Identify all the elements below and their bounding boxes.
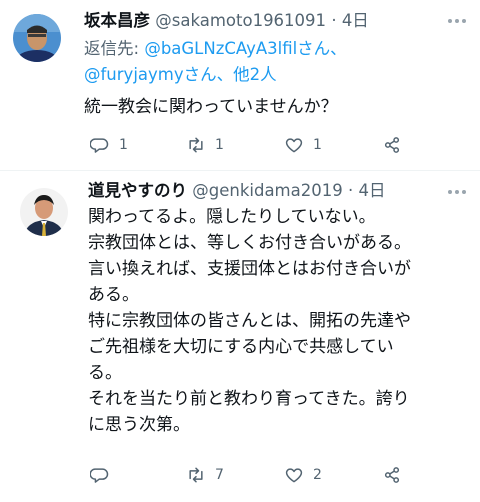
timestamp[interactable]: 4日: [358, 181, 385, 200]
reply-mention-link[interactable]: @furyjaymyさん、: [84, 65, 233, 84]
reply-icon: [90, 465, 110, 485]
share-button[interactable]: [382, 134, 411, 156]
author-name[interactable]: 道見やすのり: [88, 181, 187, 200]
share-icon: [382, 135, 402, 155]
reply-button[interactable]: [90, 464, 119, 486]
reply-context: 返信先: @baGLNzCAyA3lfilさん、 @furyjaymyさん、他2…: [84, 36, 347, 88]
retweet-count: 7: [215, 467, 224, 483]
share-button[interactable]: [382, 464, 411, 486]
author-handle[interactable]: @genkidama2019: [192, 181, 342, 200]
like-button[interactable]: 1: [284, 134, 322, 156]
avatar[interactable]: [13, 14, 61, 62]
retweet-count: 1: [215, 137, 224, 153]
tweet-text-line: る。: [88, 363, 122, 383]
retweet-icon: [186, 465, 206, 485]
separator-dot: ·: [347, 181, 354, 200]
heart-icon: [284, 135, 304, 155]
tweet-text-line: ご先祖様を大切にする内心で共感してい: [88, 337, 394, 357]
tweet-text-line: 統一教会に関わっていませんか？: [84, 97, 338, 117]
reply-icon: [90, 135, 110, 155]
reply-others-link[interactable]: 他2人: [233, 65, 277, 84]
tweet-text-line: ある。: [88, 285, 139, 305]
like-count: 1: [313, 137, 322, 153]
avatar[interactable]: [20, 188, 68, 236]
tweet-text-line: それを当たり前と教わり育ってきた。誇り: [88, 389, 410, 409]
tweet-text: 関わってるよ。隠したりしていない。 宗教団体とは、等しくお付き合いがある。 言い…: [88, 204, 411, 438]
share-icon: [382, 465, 402, 485]
like-button[interactable]: 2: [284, 464, 322, 486]
reply-count: 1: [119, 137, 128, 153]
heart-icon: [284, 465, 304, 485]
tweet-text-line: に思う次第。: [88, 415, 190, 435]
timestamp[interactable]: 4日: [342, 11, 369, 30]
author-handle[interactable]: @sakamoto1961091: [155, 11, 326, 30]
reply-button[interactable]: 1: [90, 134, 128, 156]
tweet-text-line: 関わってるよ。隠したりしていない。: [88, 207, 376, 227]
retweet-button[interactable]: 1: [186, 134, 224, 156]
tweet-text: 統一教会に関わっていませんか？: [84, 94, 338, 120]
separator-dot: ·: [331, 11, 337, 30]
tweet-header: 道見やすのり @genkidama2019 · 4日: [88, 180, 385, 202]
more-icon[interactable]: [448, 190, 466, 196]
tweet[interactable]: 道見やすのり @genkidama2019 · 4日 関わってるよ。隠したりして…: [0, 170, 480, 502]
reply-label: 返信先:: [84, 39, 140, 58]
tweet-text-line: 宗教団体とは、等しくお付き合いがある。: [88, 233, 411, 253]
tweet-text-line: 特に宗教団体の皆さんとは、開拓の先達や: [88, 311, 411, 331]
tweet-header: 坂本昌彦 @sakamoto1961091 · 4日: [84, 10, 369, 32]
retweet-icon: [186, 135, 206, 155]
retweet-button[interactable]: 7: [186, 464, 224, 486]
tweet[interactable]: 坂本昌彦 @sakamoto1961091 · 4日 返信先: @baGLNzC…: [0, 0, 480, 170]
like-count: 2: [313, 467, 322, 483]
reply-mention-link[interactable]: @baGLNzCAyA3lfilさん、: [144, 39, 346, 58]
author-name[interactable]: 坂本昌彦: [84, 11, 150, 30]
more-icon[interactable]: [448, 19, 466, 25]
tweet-text-line: 言い換えれば、支援団体とはお付き合いが: [88, 259, 411, 279]
